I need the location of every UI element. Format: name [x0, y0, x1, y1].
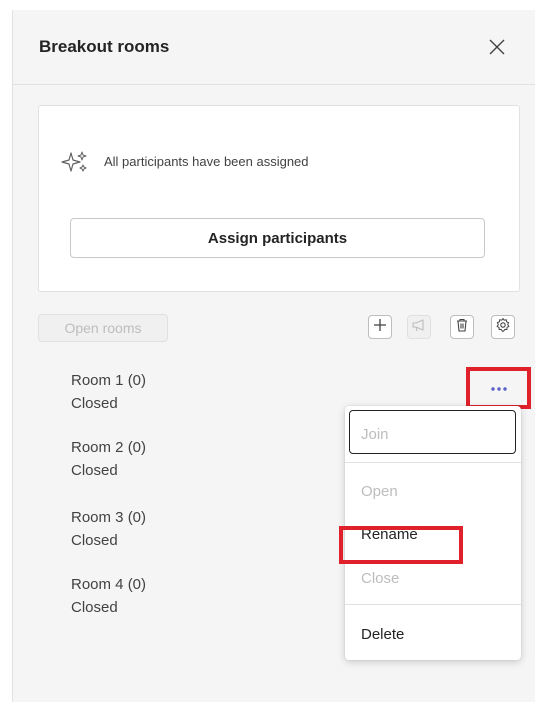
more-horizontal-icon [489, 379, 509, 397]
room-more-options-button[interactable] [466, 367, 531, 409]
room-status: Closed [71, 462, 118, 479]
room-item[interactable]: Room 2 (0) Closed [71, 439, 146, 479]
assignment-status-text: All participants have been assigned [104, 154, 309, 169]
room-item[interactable]: Room 3 (0) Closed [71, 509, 146, 549]
add-room-button[interactable] [368, 315, 392, 339]
menu-divider [345, 604, 521, 605]
menu-item-open[interactable]: Open [361, 483, 398, 500]
menu-item-delete[interactable]: Delete [361, 626, 404, 643]
room-name: Room 2 (0) [71, 439, 147, 456]
room-status: Closed [71, 532, 118, 549]
panel-title: Breakout rooms [39, 37, 170, 56]
assignment-card: All participants have been assigned Assi… [38, 105, 520, 292]
room-status: Closed [71, 599, 118, 616]
breakout-rooms-panel: Breakout rooms All participants have bee… [12, 10, 535, 702]
room-item[interactable]: Room 4 (0) Closed [71, 576, 146, 616]
panel-header: Breakout rooms [13, 10, 535, 85]
room-status: Closed [71, 395, 118, 412]
announcement-icon [411, 318, 427, 337]
room-name: Room 1 (0) [71, 372, 147, 389]
room-item[interactable]: Room 1 (0) Closed [71, 372, 146, 412]
announcement-button[interactable] [407, 315, 431, 339]
assign-participants-button[interactable]: Assign participants [70, 218, 485, 258]
menu-divider [345, 462, 521, 463]
room-settings-button[interactable] [491, 315, 515, 339]
room-name: Room 3 (0) [71, 509, 147, 526]
menu-item-close[interactable]: Close [361, 570, 399, 587]
open-rooms-button[interactable]: Open rooms [38, 314, 168, 342]
room-name: Room 4 (0) [71, 576, 147, 593]
room-context-menu: Join Open Rename Close Delete [339, 406, 521, 660]
settings-icon [495, 317, 511, 338]
delete-room-button[interactable] [450, 315, 474, 339]
delete-icon [455, 318, 469, 337]
close-icon[interactable] [486, 36, 508, 58]
add-icon [373, 318, 387, 337]
rename-highlight [339, 526, 463, 564]
menu-item-join-label: Join [361, 426, 389, 443]
sparkle-icon [61, 150, 89, 174]
